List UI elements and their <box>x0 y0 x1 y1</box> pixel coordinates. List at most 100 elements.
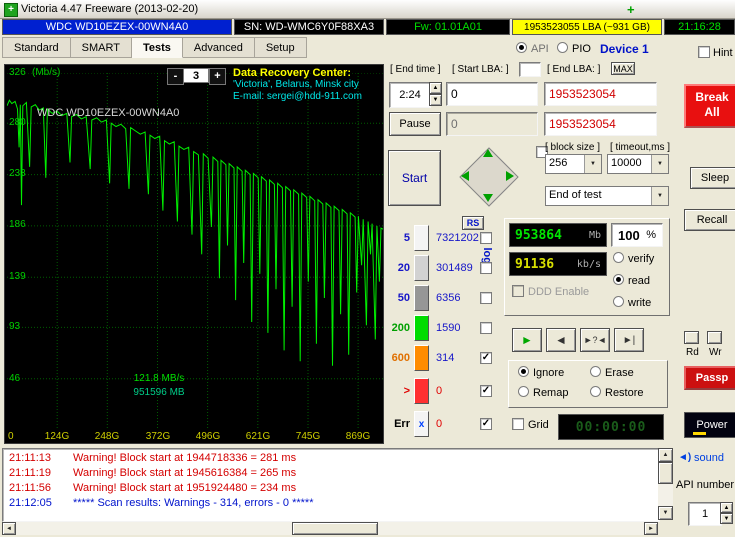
power-button[interactable]: Power <box>684 412 735 438</box>
sound-label[interactable]: sound <box>694 452 724 464</box>
legend-row-over600ms: > 0 ✓ <box>388 378 494 405</box>
erase-radio[interactable] <box>590 366 601 377</box>
grid-checkbox[interactable] <box>512 418 524 430</box>
start-button[interactable]: Start <box>388 150 441 206</box>
block-size-label: [ block size ] <box>545 142 601 153</box>
start-lba-mini-field[interactable] <box>519 62 541 77</box>
log-scroll-up-button[interactable]: ▲ <box>658 448 673 462</box>
error-cross-icon: x <box>414 411 429 437</box>
log-list[interactable]: 21:11:13 Warning! Block start at 19447183… <box>2 448 660 522</box>
log-scroll-right-button[interactable]: ► <box>644 522 658 535</box>
legend-color-block <box>414 378 429 404</box>
seek-question-button[interactable]: ►?◄ <box>580 328 610 352</box>
tab-tests[interactable]: Tests <box>131 37 183 58</box>
legend-row-5ms: 5 7321202 <box>388 225 494 252</box>
end-action-dropdown-arrow-icon[interactable]: ▼ <box>651 187 668 205</box>
end-time-label: [ End time ] <box>390 64 441 75</box>
hint-checkbox[interactable] <box>698 46 710 58</box>
seek-left-arrow-icon[interactable] <box>461 171 469 181</box>
legend-log-checkbox[interactable] <box>480 292 492 304</box>
legend-log-checkbox[interactable]: ✓ <box>480 418 492 430</box>
pio-radio[interactable] <box>557 42 568 53</box>
seek-right-arrow-icon[interactable] <box>506 171 514 181</box>
log-vscroll-thumb[interactable] <box>658 462 673 484</box>
legend-log-checkbox[interactable]: ✓ <box>480 385 492 397</box>
read-radio[interactable] <box>613 274 624 285</box>
end-lba-field-2[interactable]: 1953523054 <box>544 112 657 136</box>
rd-indicator <box>684 331 699 344</box>
log-entry: 21:12:05 ***** Scan results: Warnings - 3… <box>9 497 313 509</box>
end-lba-field[interactable]: 1953523054 <box>544 82 657 106</box>
sleep-button[interactable]: Sleep <box>690 167 735 189</box>
recall-button[interactable]: Recall <box>684 209 735 231</box>
tab-smart[interactable]: SMART <box>70 37 132 58</box>
y-tick-186: 186 <box>9 219 26 230</box>
seek-down-arrow-icon[interactable] <box>483 194 493 202</box>
end-time-down-button[interactable]: ▼ <box>429 94 442 106</box>
legend-log-checkbox[interactable] <box>480 262 492 274</box>
legend-log-checkbox[interactable] <box>480 232 492 244</box>
block-size-dropdown[interactable]: 256 ▼ <box>545 154 602 174</box>
legend-count: 0 <box>436 418 443 430</box>
play-button[interactable]: ► <box>512 328 542 352</box>
log-scroll-left-button[interactable]: ◄ <box>2 522 16 535</box>
start-lba-field[interactable]: 0 <box>446 82 538 106</box>
title-bar[interactable]: + Victoria 4.47 Freeware (2013-02-20) + <box>0 0 735 19</box>
seek-up-arrow-icon[interactable] <box>483 149 493 157</box>
drc-email[interactable]: E-mail: sergei@hdd-911.com <box>233 91 362 103</box>
verify-radio-label: verify <box>628 253 655 265</box>
step-end-button[interactable]: ►| <box>614 328 644 352</box>
legend-row-20ms: 20 301489 <box>388 255 494 282</box>
end-time-field[interactable]: 2:24 <box>389 82 431 108</box>
log-hscroll-thumb[interactable] <box>292 522 378 535</box>
rd-label: Rd <box>686 347 699 358</box>
speed-unit: kb/s <box>576 258 601 270</box>
timeout-dropdown-arrow-icon[interactable]: ▼ <box>651 155 668 173</box>
max-lba-button[interactable]: MAX <box>611 62 635 75</box>
device-selector[interactable]: Device 1 <box>600 42 649 56</box>
tab-setup[interactable]: Setup <box>254 37 307 58</box>
block-size-dropdown-arrow-icon[interactable]: ▼ <box>584 155 601 173</box>
timeout-value: 10000 <box>611 157 642 169</box>
x-tick-248g: 248G <box>94 431 120 442</box>
api-number-field[interactable]: 1 <box>688 502 722 526</box>
pause-button[interactable]: Pause <box>389 112 441 136</box>
ignore-radio[interactable] <box>518 366 529 377</box>
timer-display: 00:00:00 <box>558 414 664 440</box>
ddd-enable-checkbox[interactable] <box>512 285 524 297</box>
api-number-up-button[interactable]: ▲ <box>720 502 733 513</box>
legend-log-checkbox[interactable] <box>480 322 492 334</box>
remap-radio[interactable] <box>518 386 529 397</box>
tab-standard[interactable]: Standard <box>2 37 71 58</box>
timeout-dropdown[interactable]: 10000 ▼ <box>607 154 669 174</box>
mb-passed-value: 953864 <box>515 227 562 243</box>
firmware-box: Fw: 01.01A01 <box>386 19 510 35</box>
verify-radio[interactable] <box>613 252 624 263</box>
step-back-button[interactable]: ◄ <box>546 328 576 352</box>
legend-count: 1590 <box>436 322 461 334</box>
write-radio[interactable] <box>613 296 624 307</box>
ddd-enable-label: DDD Enable <box>528 286 590 298</box>
break-all-button[interactable]: Break All <box>684 84 735 128</box>
end-action-dropdown[interactable]: End of test ▼ <box>545 186 669 206</box>
graph-scale-plus-button[interactable]: + <box>209 68 226 85</box>
hint-checkbox-label: Hint <box>713 47 733 59</box>
drive-model-box[interactable]: WDC WD10EZEX-00WN4A0 <box>2 19 232 35</box>
restore-radio[interactable] <box>590 386 601 397</box>
passport-button[interactable]: Passp <box>684 366 735 390</box>
end-time-up-button[interactable]: ▲ <box>429 82 442 94</box>
log-entry: 21:11:13 Warning! Block start at 19447183… <box>9 452 296 464</box>
api-number-down-button[interactable]: ▼ <box>720 513 733 524</box>
mb-passed-display: 953864 Mb <box>509 223 607 247</box>
legend-label: Err <box>394 418 410 430</box>
seek-pad[interactable] <box>450 140 526 212</box>
graph-scale-minus-button[interactable]: - <box>167 68 184 85</box>
api-radio[interactable] <box>516 42 527 53</box>
legend-row-200ms: 200 1590 <box>388 315 494 342</box>
capacity-box: 1953523055 LBA (~931 GB) <box>512 19 662 35</box>
legend-log-checkbox[interactable]: ✓ <box>480 352 492 364</box>
percent-sign: % <box>646 229 656 241</box>
power-led <box>693 432 706 435</box>
log-scroll-down-button[interactable]: ▼ <box>658 506 673 520</box>
tab-advanced[interactable]: Advanced <box>182 37 255 58</box>
